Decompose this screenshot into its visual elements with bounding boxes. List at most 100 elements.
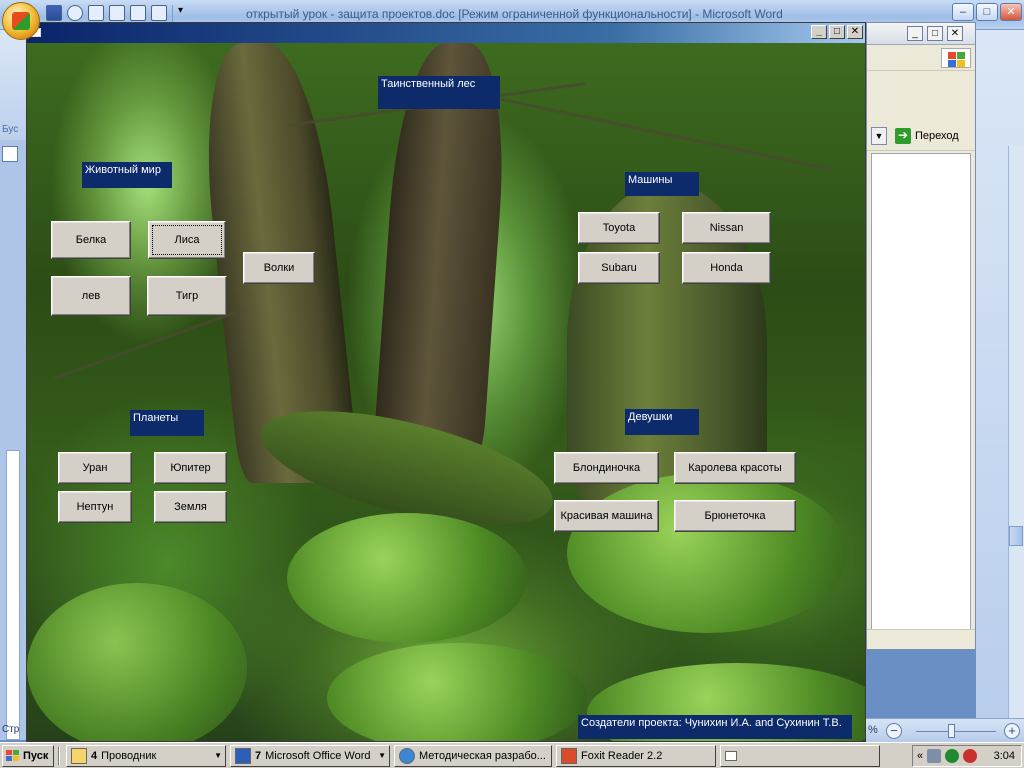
subaru-button[interactable]: Subaru bbox=[578, 252, 660, 284]
toyota-button[interactable]: Toyota bbox=[578, 212, 660, 244]
address-bar: ▼ ➔ Переход bbox=[867, 121, 975, 151]
task-word[interactable]: 7 Microsoft Office Word ▼ bbox=[230, 745, 390, 767]
start-button[interactable]: Пуск bbox=[2, 745, 54, 767]
zoom-slider-thumb[interactable] bbox=[948, 724, 955, 738]
task-group-arrow-icon: ▼ bbox=[378, 751, 386, 760]
girls-label: Девушки bbox=[625, 409, 699, 435]
word-status-bar: % − + bbox=[866, 718, 1024, 742]
network-icon[interactable] bbox=[927, 749, 942, 763]
foxit-reader-icon bbox=[561, 748, 577, 764]
cars-label: Машины bbox=[625, 172, 699, 196]
moss-rock bbox=[287, 513, 527, 643]
credits-label: Создатели проекта: Чунихин И.А. and Сухи… bbox=[578, 715, 852, 739]
form-minimize-button[interactable]: _ bbox=[811, 25, 827, 39]
opera-icon[interactable] bbox=[963, 749, 978, 763]
windows-flag-icon bbox=[941, 48, 971, 68]
bg-maximize-button[interactable]: □ bbox=[927, 26, 943, 41]
task-label: Foxit Reader 2.2 bbox=[581, 750, 663, 762]
quick-access-toolbar: ▾ bbox=[46, 5, 194, 23]
zoom-out-button[interactable]: − bbox=[886, 723, 902, 739]
blonde-button[interactable]: Блондиночка bbox=[554, 452, 659, 484]
task-userform[interactable] bbox=[720, 745, 880, 767]
branch bbox=[500, 97, 834, 172]
maximize-button[interactable]: □ bbox=[976, 3, 998, 21]
status-page-label: Стр bbox=[2, 724, 20, 735]
start-label: Пуск bbox=[23, 750, 49, 762]
uranus-button[interactable]: Уран bbox=[58, 452, 132, 484]
task-label: Методическая разрабо... bbox=[419, 750, 546, 762]
animals-label: Животный мир bbox=[82, 162, 172, 188]
beauty-queen-button[interactable]: Каролева красоты bbox=[674, 452, 796, 484]
form-close-button[interactable]: ✕ bbox=[847, 25, 863, 39]
bg-window-status bbox=[867, 629, 975, 649]
form-window-controls: _ □ ✕ bbox=[811, 25, 863, 39]
wolves-button[interactable]: Волки bbox=[243, 252, 315, 284]
word-right-edge bbox=[976, 30, 1024, 746]
office-button[interactable] bbox=[2, 2, 40, 40]
bg-minimize-button[interactable]: _ bbox=[907, 26, 923, 41]
zoom-slider-track[interactable] bbox=[916, 731, 996, 732]
task-label: Проводник bbox=[101, 750, 157, 762]
fox-button[interactable]: Лиса bbox=[148, 221, 226, 259]
taskbar-separator bbox=[58, 747, 60, 765]
nissan-button[interactable]: Nissan bbox=[682, 212, 771, 244]
new-document-icon[interactable] bbox=[109, 5, 125, 21]
office-logo-icon bbox=[12, 12, 30, 30]
vertical-ruler: Стр bbox=[0, 140, 26, 740]
honda-button[interactable]: Honda bbox=[682, 252, 771, 284]
bg-window-content bbox=[871, 153, 971, 643]
background-window-titlebar: _ □ ✕ bbox=[867, 23, 975, 45]
task-group-arrow-icon: ▼ bbox=[214, 751, 222, 760]
task-count: 7 bbox=[255, 750, 262, 762]
forest-title-label: Таинственный лес bbox=[378, 76, 500, 109]
tray-expand-chevron[interactable]: « bbox=[917, 750, 923, 762]
brunette-button[interactable]: Брюнеточка bbox=[674, 500, 796, 532]
word-app-icon bbox=[235, 748, 251, 764]
ribbon-left-strip: Бус bbox=[0, 30, 26, 140]
form-maximize-button[interactable]: □ bbox=[829, 25, 845, 39]
tiger-button[interactable]: Тигр bbox=[147, 276, 227, 316]
tab-selector-icon[interactable] bbox=[2, 146, 18, 162]
jupiter-button[interactable]: Юпитер bbox=[154, 452, 227, 484]
clock[interactable]: 3:04 bbox=[994, 750, 1015, 762]
earth-button[interactable]: Земля bbox=[154, 491, 227, 523]
forest-background-image bbox=[27, 43, 865, 741]
go-arrow-icon: ➔ bbox=[895, 128, 911, 144]
ruler-page-area bbox=[6, 450, 20, 740]
save-icon[interactable] bbox=[46, 5, 62, 21]
squirrel-button[interactable]: Белка bbox=[51, 221, 131, 259]
redo-icon[interactable] bbox=[88, 5, 104, 21]
scrollbar-thumb[interactable] bbox=[1009, 526, 1023, 546]
userform-titlebar: _ □ ✕ bbox=[27, 23, 865, 43]
folder-icon bbox=[71, 748, 87, 764]
minimize-button[interactable]: – bbox=[952, 3, 974, 21]
moss-rock bbox=[27, 583, 247, 741]
form-window-icon bbox=[725, 751, 737, 761]
customize-toolbar-icon[interactable]: ▾ bbox=[178, 5, 194, 21]
beautiful-car-button[interactable]: Красивая машина bbox=[554, 500, 659, 532]
moss-rock bbox=[567, 473, 847, 633]
task-methodical[interactable]: Методическая разрабо... bbox=[394, 745, 552, 767]
neptune-button[interactable]: Нептун bbox=[58, 491, 132, 523]
zoom-percent: % bbox=[868, 724, 878, 736]
print-preview-icon[interactable] bbox=[151, 5, 167, 21]
branch bbox=[52, 308, 242, 381]
bg-menu-bar bbox=[867, 45, 975, 71]
close-button[interactable]: ✕ bbox=[1000, 3, 1022, 21]
taskbar: Пуск 4 Проводник ▼ 7 Microsoft Office Wo… bbox=[0, 742, 1024, 768]
undo-icon[interactable] bbox=[67, 5, 83, 21]
background-window: _ □ ✕ ▼ ➔ Переход bbox=[866, 22, 976, 650]
word-window-controls: – □ ✕ bbox=[952, 3, 1022, 21]
bg-close-button[interactable]: ✕ bbox=[947, 26, 963, 41]
task-explorer[interactable]: 4 Проводник ▼ bbox=[66, 745, 226, 767]
lion-button[interactable]: лев bbox=[51, 276, 131, 316]
antivirus-icon[interactable] bbox=[945, 749, 960, 763]
windows-logo-icon bbox=[6, 750, 20, 762]
go-button[interactable]: ➔ Переход bbox=[895, 128, 959, 144]
address-dropdown-icon[interactable]: ▼ bbox=[871, 127, 887, 145]
zoom-in-button[interactable]: + bbox=[1004, 723, 1020, 739]
vertical-scrollbar[interactable] bbox=[1008, 146, 1024, 746]
print-icon[interactable] bbox=[130, 5, 146, 21]
task-foxit[interactable]: Foxit Reader 2.2 bbox=[556, 745, 716, 767]
toolbar-separator bbox=[172, 5, 173, 23]
